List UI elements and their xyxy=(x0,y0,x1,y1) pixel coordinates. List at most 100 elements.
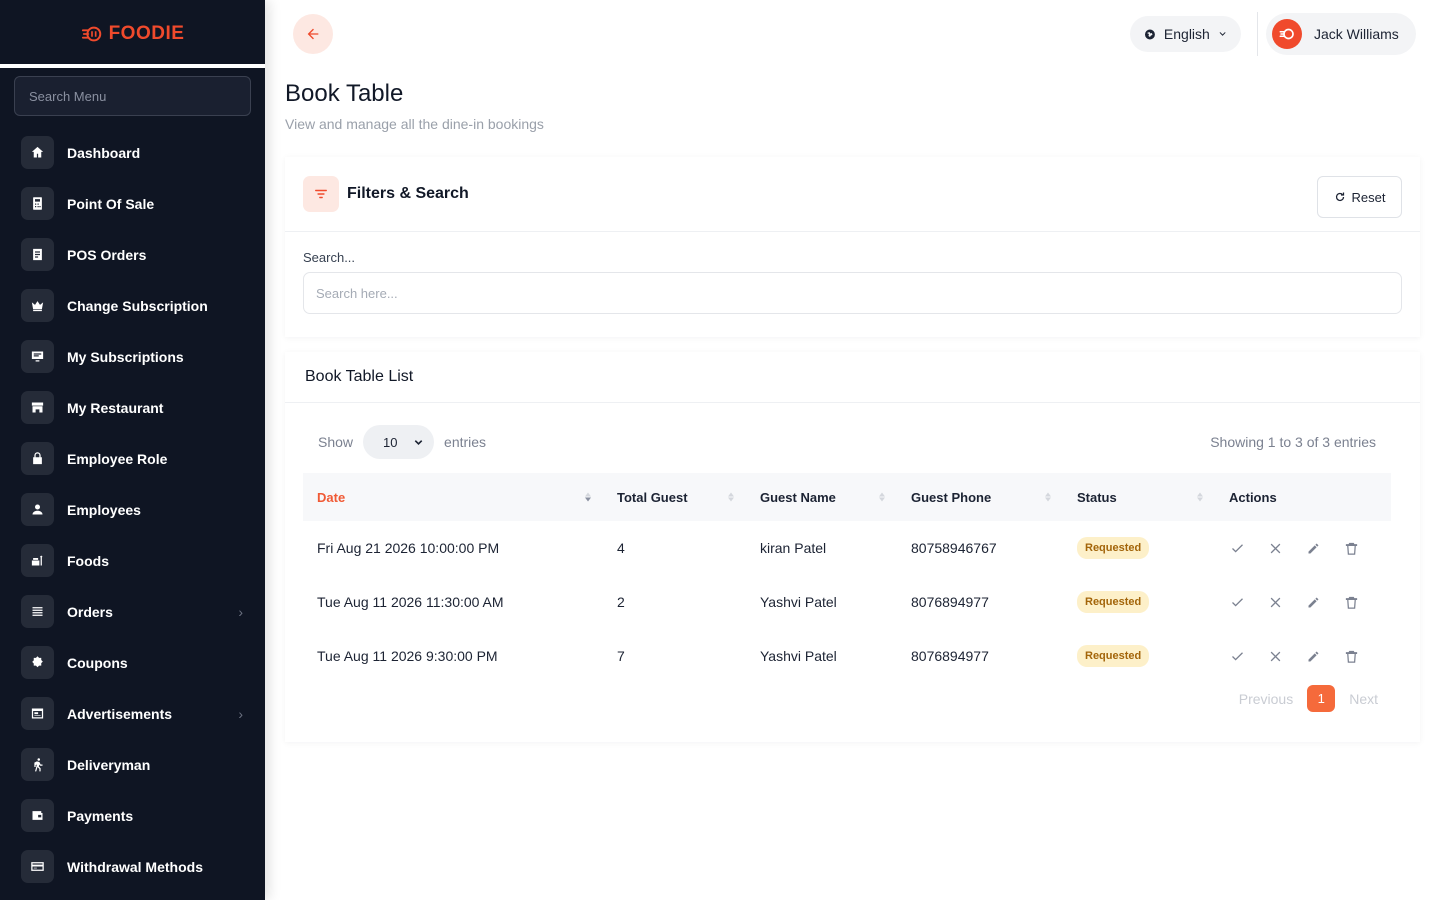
lock-icon xyxy=(21,442,54,475)
crown-icon xyxy=(21,289,54,322)
column-guest-name[interactable]: Guest Name xyxy=(746,473,897,521)
logo[interactable]: FOODIE xyxy=(0,4,265,64)
entries-label: entries xyxy=(444,434,487,450)
sidebar-item-label: Dashboard xyxy=(67,144,141,161)
foodie-logo-icon xyxy=(81,26,101,42)
sidebar-item-advertisements[interactable]: Advertisements › xyxy=(0,688,265,739)
sidebar-item-employee-role[interactable]: Employee Role xyxy=(0,433,265,484)
table-header-row: Date Total Guest Guest Name Guest Phone … xyxy=(303,473,1391,521)
cell-phone: 8076894977 xyxy=(911,648,989,664)
sidebar-item-label: Foods xyxy=(67,552,109,569)
sidebar-item-dashboard[interactable]: Dashboard xyxy=(0,127,265,178)
column-total-guest[interactable]: Total Guest xyxy=(603,473,746,521)
column-guest-phone[interactable]: Guest Phone xyxy=(897,473,1063,521)
sidebar-item-deliveryman[interactable]: Deliveryman xyxy=(0,739,265,790)
reject-icon[interactable] xyxy=(1267,594,1283,610)
cell-guests: 4 xyxy=(617,540,625,556)
sidebar-item-my-restaurant[interactable]: My Restaurant xyxy=(0,382,265,433)
delete-icon[interactable] xyxy=(1343,540,1359,556)
reset-button[interactable]: Reset xyxy=(1317,176,1402,218)
search-label: Search... xyxy=(303,250,356,265)
show-label: Show xyxy=(318,434,354,450)
filters-header: Filters & Search Reset xyxy=(285,157,1420,232)
sidebar-item-label: Orders xyxy=(67,603,113,620)
approve-icon[interactable] xyxy=(1229,594,1245,610)
avatar xyxy=(1272,19,1302,49)
sidebar-item-orders[interactable]: Orders › xyxy=(0,586,265,637)
table-row: Fri Aug 21 2026 10:00:00 PM 4 kiran Pate… xyxy=(303,521,1391,575)
sidebar-item-label: My Subscriptions xyxy=(67,348,184,365)
sidebar-item-change-subscription[interactable]: Change Subscription xyxy=(0,280,265,331)
sidebar: FOODIE Dashboard Point Of Sale POS Order… xyxy=(0,0,265,900)
home-icon xyxy=(21,136,54,169)
edit-icon[interactable] xyxy=(1305,540,1321,556)
edit-icon[interactable] xyxy=(1305,648,1321,664)
cell-date: Tue Aug 11 2026 11:30:00 AM xyxy=(317,594,504,610)
sidebar-item-label: Change Subscription xyxy=(67,297,208,314)
sort-icon xyxy=(1197,492,1203,502)
cell-actions xyxy=(1215,629,1391,683)
ad-icon xyxy=(21,697,54,730)
store-icon xyxy=(21,391,54,424)
page-1-button[interactable]: 1 xyxy=(1307,685,1336,712)
user-menu[interactable]: Jack Williams xyxy=(1266,13,1416,55)
sort-icon xyxy=(879,492,885,502)
reject-icon[interactable] xyxy=(1267,648,1283,664)
chevron-right-icon: › xyxy=(238,705,243,722)
sidebar-item-foods[interactable]: Foods xyxy=(0,535,265,586)
column-status[interactable]: Status xyxy=(1063,473,1215,521)
sidebar-item-label: Employee Role xyxy=(67,450,168,467)
sort-icon xyxy=(585,492,591,502)
sidebar-item-label: Deliveryman xyxy=(67,756,151,773)
sidebar-item-pos-orders[interactable]: POS Orders xyxy=(0,229,265,280)
filters-title: Filters & Search xyxy=(347,185,469,202)
reject-icon[interactable] xyxy=(1267,540,1283,556)
column-date[interactable]: Date xyxy=(303,473,603,521)
cell-guests: 7 xyxy=(617,648,625,664)
calculator-icon xyxy=(21,187,54,220)
edit-icon[interactable] xyxy=(1305,594,1321,610)
credit-card-icon xyxy=(21,850,54,883)
cell-name: Yashvi Patel xyxy=(760,594,837,610)
sort-icon xyxy=(1045,492,1051,502)
sidebar-menu: Dashboard Point Of Sale POS Orders Chang… xyxy=(0,127,265,892)
status-badge: Requested xyxy=(1077,645,1150,667)
wallet-icon xyxy=(21,799,54,832)
back-button[interactable] xyxy=(293,14,333,54)
cell-name: Yashvi Patel xyxy=(760,648,837,664)
showing-info: Showing 1 to 3 of 3 entries xyxy=(1210,434,1376,450)
cell-date: Tue Aug 11 2026 9:30:00 PM xyxy=(317,648,498,664)
sidebar-item-coupons[interactable]: Coupons xyxy=(0,637,265,688)
delete-icon[interactable] xyxy=(1343,648,1359,664)
previous-page-button[interactable]: Previous xyxy=(1239,691,1293,707)
logo-text: FOODIE xyxy=(108,23,185,44)
entries-value: 10 xyxy=(383,434,398,450)
sidebar-item-label: My Restaurant xyxy=(67,399,164,416)
user-icon xyxy=(21,493,54,526)
sidebar-search-input[interactable] xyxy=(14,76,251,116)
search-input[interactable] xyxy=(303,272,1402,314)
sidebar-item-label: Advertisements xyxy=(67,705,173,722)
delete-icon[interactable] xyxy=(1343,594,1359,610)
approve-icon[interactable] xyxy=(1229,540,1245,556)
sidebar-item-point-of-sale[interactable]: Point Of Sale xyxy=(0,178,265,229)
book-table-list-card: Book Table List Show 10 entries Showing … xyxy=(285,352,1420,742)
runner-icon xyxy=(21,748,54,781)
next-page-button[interactable]: Next xyxy=(1349,691,1378,707)
monitor-icon xyxy=(21,340,54,373)
cell-actions xyxy=(1215,521,1391,575)
sidebar-item-my-subscriptions[interactable]: My Subscriptions xyxy=(0,331,265,382)
cell-guests: 2 xyxy=(617,594,625,610)
status-badge: Requested xyxy=(1077,537,1150,559)
approve-icon[interactable] xyxy=(1229,648,1245,664)
status-badge: Requested xyxy=(1077,591,1150,613)
food-icon xyxy=(21,544,54,577)
language-label: English xyxy=(1163,26,1210,42)
cell-date: Fri Aug 21 2026 10:00:00 PM xyxy=(317,540,500,556)
entries-select[interactable]: 10 xyxy=(363,425,435,459)
pagination: Previous 1 Next xyxy=(1239,685,1378,712)
sidebar-item-employees[interactable]: Employees xyxy=(0,484,265,535)
language-selector[interactable]: English xyxy=(1130,16,1241,52)
sidebar-item-withdrawal-methods[interactable]: Withdrawal Methods xyxy=(0,841,265,892)
sidebar-item-payments[interactable]: Payments xyxy=(0,790,265,841)
